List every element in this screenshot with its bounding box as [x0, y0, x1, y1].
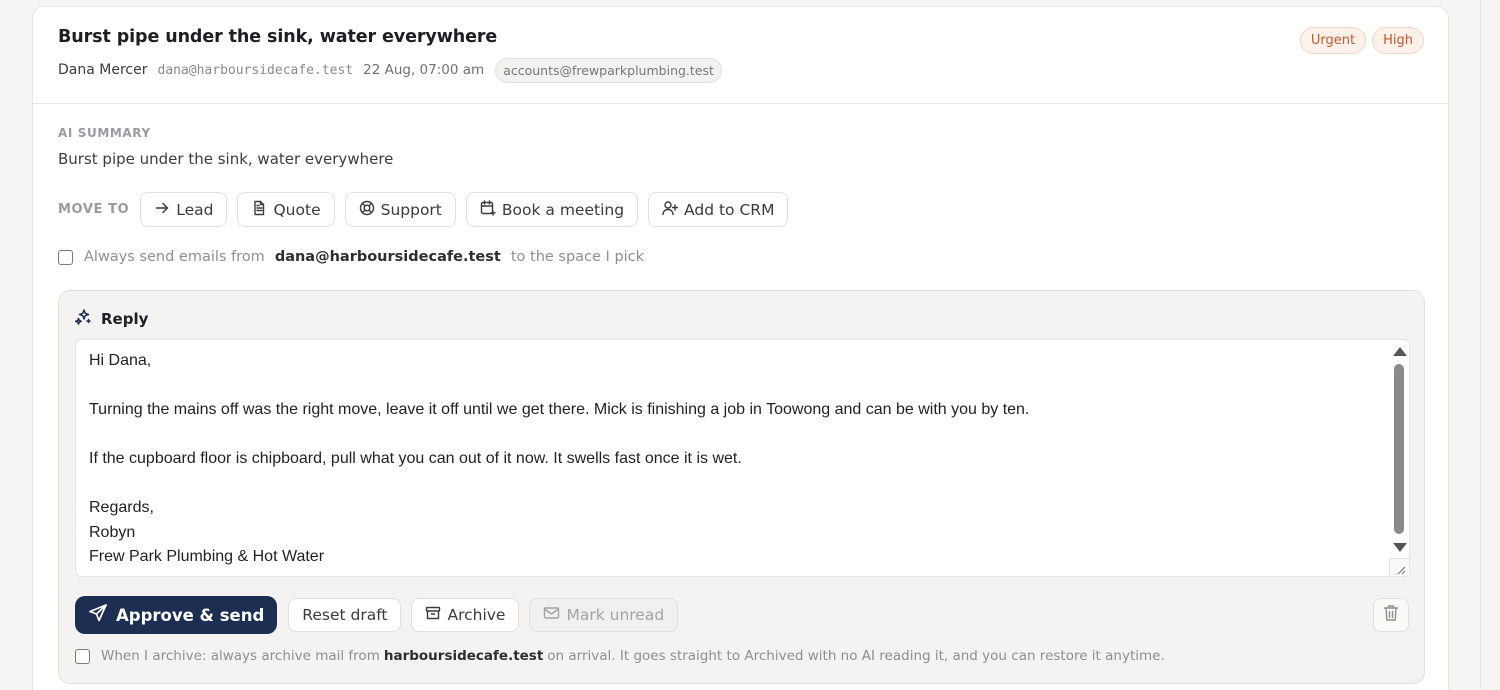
email-detail-card: Burst pipe under the sink, water everywh…	[32, 6, 1449, 690]
recipient-chip: accounts@frewparkplumbing.test	[495, 57, 722, 83]
scroll-thumb[interactable]	[1394, 364, 1404, 534]
reset-draft-label: Reset draft	[302, 606, 388, 624]
reply-editor[interactable]: Hi Dana, Turning the mains off was the r…	[75, 339, 1410, 577]
move-to-label: MOVE TO	[58, 202, 130, 217]
calendar-add-icon	[480, 199, 496, 220]
move-to-row: MOVE TO Lead Quote Support Book a meetin…	[58, 192, 798, 227]
ai-summary-label: AI SUMMARY	[58, 126, 151, 140]
scroll-down-arrow-icon[interactable]	[1393, 543, 1407, 552]
ai-summary-text: Burst pipe under the sink, water everywh…	[58, 150, 394, 168]
archive-button[interactable]: Archive	[411, 598, 520, 632]
delete-button[interactable]	[1373, 598, 1409, 632]
mail-icon	[543, 605, 560, 625]
scroll-up-arrow-icon[interactable]	[1393, 347, 1407, 356]
sender-email: dana@harboursidecafe.test	[157, 62, 354, 78]
resize-handle-icon[interactable]	[1389, 558, 1409, 576]
reply-line	[89, 424, 1379, 449]
lifebuoy-icon	[359, 200, 375, 220]
always-send-suffix: to the space I pick	[510, 249, 645, 265]
always-send-email: dana@harboursidecafe.test	[274, 249, 501, 265]
approve-send-button[interactable]: Approve & send	[75, 596, 278, 634]
move-to-quote-button[interactable]: Quote	[237, 192, 335, 227]
archive-rule-checkbox[interactable]	[75, 648, 90, 664]
reply-title: Reply	[101, 310, 149, 328]
email-header: Burst pipe under the sink, water everywh…	[33, 7, 1448, 104]
sparkles-icon	[74, 308, 92, 330]
book-meeting-button[interactable]: Book a meeting	[465, 192, 639, 227]
reply-panel: Reply Hi Dana, Turning the mains off was…	[58, 290, 1425, 684]
archive-rule-suffix: on arrival. It goes straight to Archived…	[547, 648, 1165, 664]
archive-rule-prefix: When I archive: always archive mail from	[101, 648, 380, 664]
lead-label: Lead	[176, 200, 214, 219]
book-meeting-label: Book a meeting	[501, 200, 625, 219]
right-rail	[1480, 0, 1500, 690]
always-send-row: Always send emails from dana@harbourside…	[58, 249, 644, 265]
sent-time: 22 Aug, 07:00 am	[363, 62, 485, 78]
reply-line: If the cupboard floor is chipboard, pull…	[89, 450, 742, 467]
reply-line: Hi Dana,	[89, 352, 152, 369]
email-subject: Burst pipe under the sink, water everywh…	[58, 27, 498, 47]
approve-send-label: Approve & send	[116, 605, 265, 625]
support-label: Support	[380, 200, 442, 219]
archive-label: Archive	[447, 606, 506, 624]
document-icon	[251, 200, 267, 220]
always-send-prefix: Always send emails from	[84, 249, 265, 265]
reply-line: Robyn	[89, 523, 136, 541]
editor-scrollbar[interactable]	[1389, 340, 1409, 576]
email-meta: Dana Mercer dana@harboursidecafe.test 22…	[58, 57, 722, 83]
always-send-checkbox[interactable]	[58, 249, 73, 265]
reply-line	[89, 473, 1379, 498]
priority-badges: Urgent High	[1299, 27, 1424, 54]
reply-line: Regards,	[89, 499, 154, 516]
add-to-crm-label: Add to CRM	[684, 200, 775, 219]
archive-rule-row: When I archive: always archive mail from…	[75, 648, 1165, 664]
trash-icon	[1383, 604, 1399, 626]
urgent-badge: Urgent	[1299, 27, 1367, 54]
quote-label: Quote	[273, 200, 321, 219]
reset-draft-button[interactable]: Reset draft	[288, 598, 402, 632]
move-to-support-button[interactable]: Support	[344, 192, 456, 227]
mark-unread-label: Mark unread	[566, 606, 665, 624]
mark-unread-button[interactable]: Mark unread	[529, 598, 679, 632]
move-to-lead-button[interactable]: Lead	[140, 192, 228, 227]
arrow-right-icon	[154, 200, 170, 220]
reply-line	[89, 375, 1379, 400]
reply-line: Turning the mains off was the right move…	[89, 401, 1030, 418]
add-to-crm-button[interactable]: Add to CRM	[648, 192, 789, 227]
reply-actions: Approve & send Reset draft Archive Mark …	[75, 596, 688, 634]
archive-icon	[425, 605, 441, 625]
archive-rule-domain: harboursidecafe.test	[383, 648, 544, 664]
reply-header: Reply	[74, 308, 148, 330]
reply-line: Frew Park Plumbing & Hot Water	[89, 548, 325, 565]
user-plus-icon	[662, 200, 679, 220]
high-badge: High	[1372, 27, 1424, 54]
send-icon	[88, 603, 108, 627]
reply-body[interactable]: Hi Dana, Turning the mains off was the r…	[89, 350, 1379, 571]
sender-name: Dana Mercer	[58, 62, 148, 78]
